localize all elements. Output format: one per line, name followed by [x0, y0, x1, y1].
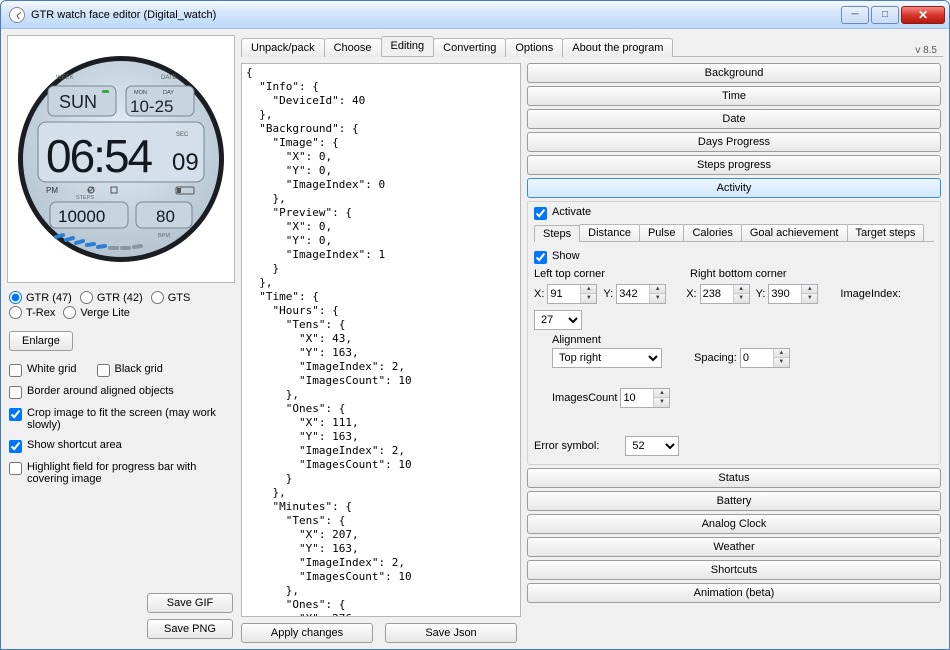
- left-top-label: Left top corner: [534, 268, 684, 280]
- subtab-goal[interactable]: Goal achievement: [741, 224, 848, 241]
- x1-input[interactable]: ▲▼: [547, 284, 597, 304]
- images-count-label: ImagesCount: [552, 392, 617, 404]
- check-highlight-progress[interactable]: Highlight field for progress bar with co…: [9, 461, 233, 485]
- device-radio-vergelite[interactable]: Verge Lite: [63, 306, 130, 319]
- show-checkbox[interactable]: Show: [534, 250, 934, 264]
- section-analog-clock[interactable]: Analog Clock: [527, 514, 941, 534]
- check-shortcut-area[interactable]: Show shortcut area: [9, 439, 233, 453]
- subtab-target[interactable]: Target steps: [847, 224, 925, 241]
- device-radio-trex[interactable]: T-Rex: [9, 306, 55, 319]
- tab-editing[interactable]: Editing: [381, 36, 435, 56]
- alignment-label: Alignment: [552, 334, 662, 346]
- section-animation[interactable]: Animation (beta): [527, 583, 941, 603]
- check-border-aligned[interactable]: Border around aligned objects: [9, 385, 233, 399]
- activity-subtabs: Steps Distance Pulse Calories Goal achie…: [534, 224, 934, 242]
- alignment-select[interactable]: Top right: [552, 348, 662, 368]
- tab-options[interactable]: Options: [505, 38, 563, 57]
- image-index-label: ImageIndex:: [840, 288, 901, 300]
- svg-text:WEEK: WEEK: [56, 75, 74, 81]
- svg-text:SUN: SUN: [59, 92, 97, 112]
- y2-input[interactable]: ▲▼: [768, 284, 818, 304]
- save-json-button[interactable]: Save Json: [385, 623, 517, 643]
- svg-text:PM: PM: [46, 186, 58, 195]
- save-gif-button[interactable]: Save GIF: [147, 593, 233, 613]
- section-weather[interactable]: Weather: [527, 537, 941, 557]
- activity-panel: Activate Steps Distance Pulse Calories G…: [527, 201, 941, 465]
- maximize-button[interactable]: □: [871, 6, 899, 24]
- tab-about[interactable]: About the program: [562, 38, 673, 57]
- device-radio-gts[interactable]: GTS: [151, 291, 191, 304]
- section-days-progress[interactable]: Days Progress: [527, 132, 941, 152]
- app-window: GTR watch face editor (Digital_watch) ─ …: [0, 0, 950, 650]
- check-black-grid[interactable]: Black grid: [97, 363, 163, 377]
- app-icon: [9, 7, 25, 23]
- close-button[interactable]: ✕: [901, 6, 945, 24]
- svg-text:06:54: 06:54: [46, 130, 153, 182]
- save-png-button[interactable]: Save PNG: [147, 619, 233, 639]
- tab-unpack[interactable]: Unpack/pack: [241, 38, 325, 57]
- activate-checkbox[interactable]: Activate: [534, 206, 934, 220]
- watch-preview-frame: WEEK DATE SUN MON DAY 10-25 06:54 SEC 09…: [7, 35, 235, 283]
- section-shortcuts[interactable]: Shortcuts: [527, 560, 941, 580]
- check-white-grid[interactable]: White grid: [9, 363, 77, 377]
- section-status[interactable]: Status: [527, 468, 941, 488]
- section-time[interactable]: Time: [527, 86, 941, 106]
- svg-text:MON: MON: [134, 90, 147, 96]
- titlebar: GTR watch face editor (Digital_watch) ─ …: [1, 1, 949, 29]
- section-background[interactable]: Background: [527, 63, 941, 83]
- main-tabs: Unpack/pack Choose Editing Converting Op…: [241, 35, 943, 57]
- subtab-steps[interactable]: Steps: [534, 225, 580, 242]
- device-radio-gtr47[interactable]: GTR (47): [9, 291, 72, 304]
- y1-input[interactable]: ▲▼: [616, 284, 666, 304]
- image-index-select[interactable]: 27: [534, 310, 582, 330]
- subtab-distance[interactable]: Distance: [579, 224, 640, 241]
- section-steps-progress[interactable]: Steps progress: [527, 155, 941, 175]
- window-title: GTR watch face editor (Digital_watch): [31, 9, 839, 21]
- spacing-label: Spacing:: [694, 352, 737, 364]
- svg-text:DATE: DATE: [161, 75, 177, 81]
- svg-text:10000: 10000: [58, 207, 105, 226]
- device-radio-gtr42[interactable]: GTR (42): [80, 291, 143, 304]
- check-crop-fit[interactable]: Crop image to fit the screen (may work s…: [9, 407, 233, 431]
- tab-converting[interactable]: Converting: [433, 38, 506, 57]
- section-battery[interactable]: Battery: [527, 491, 941, 511]
- error-symbol-select[interactable]: 52: [625, 436, 679, 456]
- error-symbol-label: Error symbol:: [534, 440, 599, 452]
- svg-text:80: 80: [156, 207, 175, 226]
- svg-text:SEC: SEC: [176, 132, 189, 138]
- right-bottom-label: Right bottom corner: [690, 268, 787, 280]
- svg-text:DAY: DAY: [163, 90, 174, 96]
- subtab-calories[interactable]: Calories: [683, 224, 741, 241]
- apply-changes-button[interactable]: Apply changes: [241, 623, 373, 643]
- section-activity[interactable]: Activity: [527, 178, 941, 198]
- spacing-input[interactable]: ▲▼: [740, 348, 790, 368]
- device-radio-group: GTR (47) GTR (42) GTS T-Rex Verge Lite: [7, 287, 235, 323]
- version-label: v 8.5: [915, 43, 943, 56]
- json-textarea[interactable]: [242, 64, 520, 616]
- minimize-button[interactable]: ─: [841, 6, 869, 24]
- svg-text:BPM: BPM: [158, 233, 170, 239]
- images-count-input[interactable]: ▲▼: [620, 388, 670, 408]
- svg-text:10-25: 10-25: [130, 97, 174, 116]
- enlarge-button[interactable]: Enlarge: [9, 331, 73, 351]
- x2-input[interactable]: ▲▼: [700, 284, 750, 304]
- section-date[interactable]: Date: [527, 109, 941, 129]
- tab-choose[interactable]: Choose: [324, 38, 382, 57]
- svg-text:STEPS: STEPS: [76, 195, 94, 201]
- watch-preview: WEEK DATE SUN MON DAY 10-25 06:54 SEC 09…: [16, 54, 226, 264]
- subtab-pulse[interactable]: Pulse: [639, 224, 685, 241]
- svg-text:09: 09: [172, 149, 199, 176]
